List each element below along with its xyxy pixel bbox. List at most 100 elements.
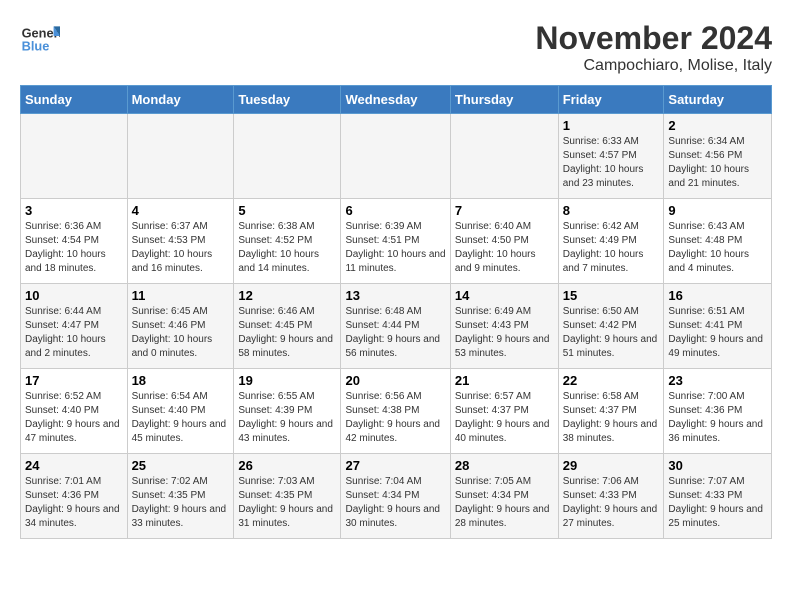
day-cell-14: 14 Sunrise: 6:49 AM Sunset: 4:43 PM Dayli… xyxy=(450,284,558,369)
day-cell-5: 5 Sunrise: 6:38 AM Sunset: 4:52 PM Daylig… xyxy=(234,199,341,284)
day-info: Sunrise: 7:07 AM Sunset: 4:33 PM Dayligh… xyxy=(668,475,767,531)
day-cell-7: 7 Sunrise: 6:40 AM Sunset: 4:50 PM Daylig… xyxy=(450,199,558,284)
empty-cell xyxy=(127,114,234,199)
day-info: Sunrise: 6:34 AM Sunset: 4:56 PM Dayligh… xyxy=(668,135,767,191)
location: Campochiaro, Molise, Italy xyxy=(535,57,772,75)
day-info: Sunrise: 7:02 AM Sunset: 4:35 PM Dayligh… xyxy=(132,475,230,531)
day-info: Sunrise: 6:51 AM Sunset: 4:41 PM Dayligh… xyxy=(668,305,767,361)
day-number: 25 xyxy=(132,458,230,473)
week-row-2: 3Sunrise: 6:36 AM Sunset: 4:54 PM Daylig… xyxy=(21,199,772,284)
day-cell-8: 8 Sunrise: 6:42 AM Sunset: 4:49 PM Daylig… xyxy=(558,199,664,284)
logo: General Blue xyxy=(20,20,60,60)
day-info: Sunrise: 6:37 AM Sunset: 4:53 PM Dayligh… xyxy=(132,220,230,276)
weekday-header-row: SundayMondayTuesdayWednesdayThursdayFrid… xyxy=(21,86,772,114)
day-info: Sunrise: 6:57 AM Sunset: 4:37 PM Dayligh… xyxy=(455,390,554,446)
day-cell-13: 13Sunrise: 6:48 AM Sunset: 4:44 PM Dayli… xyxy=(341,284,450,369)
month-title: November 2024 xyxy=(535,20,772,57)
page-header: General Blue November 2024 Campochiaro, … xyxy=(20,20,772,75)
day-cell-18: 18 Sunrise: 6:54 AM Sunset: 4:40 PM Dayli… xyxy=(127,369,234,454)
day-cell-19: 19 Sunrise: 6:55 AM Sunset: 4:39 PM Dayli… xyxy=(234,369,341,454)
day-info: Sunrise: 6:49 AM Sunset: 4:43 PM Dayligh… xyxy=(455,305,554,361)
day-number: 23 xyxy=(668,373,767,388)
day-number: 20 xyxy=(345,373,445,388)
weekday-header-monday: Monday xyxy=(127,86,234,114)
day-info: Sunrise: 6:52 AM Sunset: 4:40 PM Dayligh… xyxy=(25,390,123,446)
week-row-4: 17 Sunrise: 6:52 AM Sunset: 4:40 PM Dayli… xyxy=(21,369,772,454)
weekday-header-saturday: Saturday xyxy=(664,86,772,114)
weekday-header-sunday: Sunday xyxy=(21,86,128,114)
day-cell-17: 17 Sunrise: 6:52 AM Sunset: 4:40 PM Dayli… xyxy=(21,369,128,454)
calendar-table: SundayMondayTuesdayWednesdayThursdayFrid… xyxy=(20,85,772,539)
day-info: Sunrise: 6:40 AM Sunset: 4:50 PM Dayligh… xyxy=(455,220,554,276)
day-number: 16 xyxy=(668,288,767,303)
day-number: 24 xyxy=(25,458,123,473)
day-number: 30 xyxy=(668,458,767,473)
title-block: November 2024 Campochiaro, Molise, Italy xyxy=(535,20,772,75)
day-number: 11 xyxy=(132,288,230,303)
day-cell-27: 27 Sunrise: 7:04 AM Sunset: 4:34 PM Dayli… xyxy=(341,454,450,539)
day-number: 8 xyxy=(563,203,660,218)
day-info: Sunrise: 6:55 AM Sunset: 4:39 PM Dayligh… xyxy=(238,390,336,446)
day-cell-21: 21 Sunrise: 6:57 AM Sunset: 4:37 PM Dayli… xyxy=(450,369,558,454)
day-cell-25: 25 Sunrise: 7:02 AM Sunset: 4:35 PM Dayli… xyxy=(127,454,234,539)
day-number: 26 xyxy=(238,458,336,473)
day-info: Sunrise: 7:00 AM Sunset: 4:36 PM Dayligh… xyxy=(668,390,767,446)
day-cell-24: 24 Sunrise: 7:01 AM Sunset: 4:36 PM Dayli… xyxy=(21,454,128,539)
day-cell-3: 3Sunrise: 6:36 AM Sunset: 4:54 PM Daylig… xyxy=(21,199,128,284)
day-number: 1 xyxy=(563,118,660,133)
day-number: 21 xyxy=(455,373,554,388)
day-number: 4 xyxy=(132,203,230,218)
day-info: Sunrise: 6:38 AM Sunset: 4:52 PM Dayligh… xyxy=(238,220,336,276)
day-number: 15 xyxy=(563,288,660,303)
logo-icon: General Blue xyxy=(20,20,60,60)
day-number: 2 xyxy=(668,118,767,133)
day-cell-26: 26 Sunrise: 7:03 AM Sunset: 4:35 PM Dayli… xyxy=(234,454,341,539)
day-cell-30: 30 Sunrise: 7:07 AM Sunset: 4:33 PM Dayli… xyxy=(664,454,772,539)
day-info: Sunrise: 7:03 AM Sunset: 4:35 PM Dayligh… xyxy=(238,475,336,531)
day-cell-10: 10Sunrise: 6:44 AM Sunset: 4:47 PM Dayli… xyxy=(21,284,128,369)
day-number: 3 xyxy=(25,203,123,218)
day-number: 6 xyxy=(345,203,445,218)
day-number: 17 xyxy=(25,373,123,388)
day-info: Sunrise: 6:42 AM Sunset: 4:49 PM Dayligh… xyxy=(563,220,660,276)
day-info: Sunrise: 7:04 AM Sunset: 4:34 PM Dayligh… xyxy=(345,475,445,531)
day-number: 7 xyxy=(455,203,554,218)
day-number: 14 xyxy=(455,288,554,303)
day-number: 27 xyxy=(345,458,445,473)
day-number: 29 xyxy=(563,458,660,473)
week-row-5: 24 Sunrise: 7:01 AM Sunset: 4:36 PM Dayli… xyxy=(21,454,772,539)
day-number: 13 xyxy=(345,288,445,303)
weekday-header-tuesday: Tuesday xyxy=(234,86,341,114)
day-cell-15: 15 Sunrise: 6:50 AM Sunset: 4:42 PM Dayli… xyxy=(558,284,664,369)
day-number: 18 xyxy=(132,373,230,388)
day-info: Sunrise: 6:58 AM Sunset: 4:37 PM Dayligh… xyxy=(563,390,660,446)
weekday-header-thursday: Thursday xyxy=(450,86,558,114)
day-cell-28: 28 Sunrise: 7:05 AM Sunset: 4:34 PM Dayli… xyxy=(450,454,558,539)
empty-cell xyxy=(234,114,341,199)
day-info: Sunrise: 6:56 AM Sunset: 4:38 PM Dayligh… xyxy=(345,390,445,446)
week-row-1: 1 Sunrise: 6:33 AM Sunset: 4:57 PM Daylig… xyxy=(21,114,772,199)
day-number: 9 xyxy=(668,203,767,218)
day-number: 22 xyxy=(563,373,660,388)
day-info: Sunrise: 7:05 AM Sunset: 4:34 PM Dayligh… xyxy=(455,475,554,531)
day-info: Sunrise: 7:06 AM Sunset: 4:33 PM Dayligh… xyxy=(563,475,660,531)
day-info: Sunrise: 7:01 AM Sunset: 4:36 PM Dayligh… xyxy=(25,475,123,531)
day-cell-11: 11 Sunrise: 6:45 AM Sunset: 4:46 PM Dayli… xyxy=(127,284,234,369)
day-cell-9: 9Sunrise: 6:43 AM Sunset: 4:48 PM Daylig… xyxy=(664,199,772,284)
day-number: 5 xyxy=(238,203,336,218)
day-info: Sunrise: 6:44 AM Sunset: 4:47 PM Dayligh… xyxy=(25,305,123,361)
weekday-header-friday: Friday xyxy=(558,86,664,114)
day-info: Sunrise: 6:50 AM Sunset: 4:42 PM Dayligh… xyxy=(563,305,660,361)
empty-cell xyxy=(450,114,558,199)
day-number: 28 xyxy=(455,458,554,473)
day-cell-23: 23 Sunrise: 7:00 AM Sunset: 4:36 PM Dayli… xyxy=(664,369,772,454)
day-cell-4: 4 Sunrise: 6:37 AM Sunset: 4:53 PM Daylig… xyxy=(127,199,234,284)
day-info: Sunrise: 6:45 AM Sunset: 4:46 PM Dayligh… xyxy=(132,305,230,361)
day-cell-12: 12Sunrise: 6:46 AM Sunset: 4:45 PM Dayli… xyxy=(234,284,341,369)
day-cell-6: 6Sunrise: 6:39 AM Sunset: 4:51 PM Daylig… xyxy=(341,199,450,284)
day-cell-29: 29 Sunrise: 7:06 AM Sunset: 4:33 PM Dayli… xyxy=(558,454,664,539)
day-number: 19 xyxy=(238,373,336,388)
day-info: Sunrise: 6:54 AM Sunset: 4:40 PM Dayligh… xyxy=(132,390,230,446)
weekday-header-wednesday: Wednesday xyxy=(341,86,450,114)
day-info: Sunrise: 6:33 AM Sunset: 4:57 PM Dayligh… xyxy=(563,135,660,191)
